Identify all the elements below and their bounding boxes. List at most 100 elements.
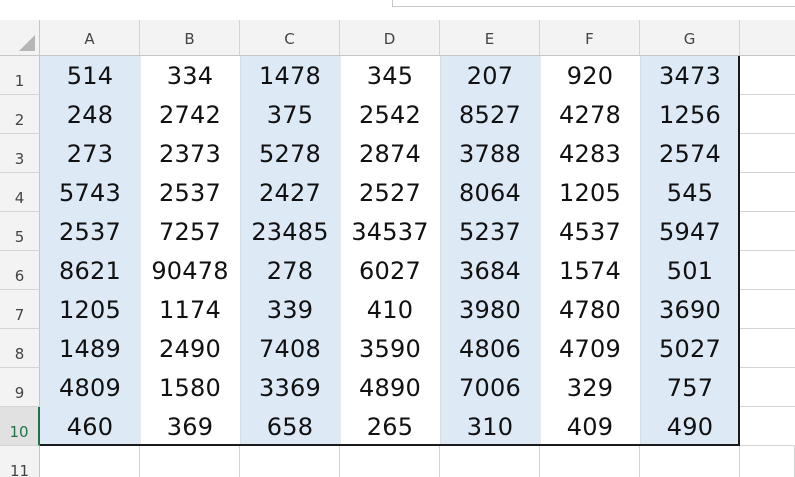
cell-e2[interactable]: 8527 [440,95,540,134]
cell-empty[interactable] [740,95,795,134]
column-header-f[interactable]: F [540,20,640,55]
cell-g7[interactable]: 3690 [640,290,740,329]
cell-e7[interactable]: 3980 [440,290,540,329]
cell-c9[interactable]: 3369 [240,368,340,407]
cell-g6[interactable]: 501 [640,251,740,290]
cell-empty[interactable] [740,290,795,329]
cell-c5[interactable]: 23485 [240,212,340,251]
cell-d2[interactable]: 2542 [340,95,440,134]
cell-c2[interactable]: 375 [240,95,340,134]
cell-g8[interactable]: 5027 [640,329,740,368]
cell-g10[interactable]: 490 [640,407,740,446]
cell-a6[interactable]: 8621 [40,251,140,290]
row-header-4[interactable]: 4 [0,173,40,212]
cell-f4[interactable]: 1205 [540,173,640,212]
row-header-5[interactable]: 5 [0,212,40,251]
cell-empty[interactable] [740,134,795,173]
cell-b8[interactable]: 2490 [140,329,240,368]
cell-d3[interactable]: 2874 [340,134,440,173]
cell-d9[interactable]: 4890 [340,368,440,407]
cell-empty[interactable] [740,329,795,368]
cell-d4[interactable]: 2527 [340,173,440,212]
cell-e3[interactable]: 3788 [440,134,540,173]
cell-empty[interactable] [440,446,540,477]
cell-b3[interactable]: 2373 [140,134,240,173]
cell-f9[interactable]: 329 [540,368,640,407]
cell-b10[interactable]: 369 [140,407,240,446]
cell-empty[interactable] [740,251,795,290]
row-header-8[interactable]: 8 [0,329,40,368]
column-header-b[interactable]: B [140,20,240,55]
cell-empty[interactable] [240,446,340,477]
cell-a3[interactable]: 273 [40,134,140,173]
cell-b2[interactable]: 2742 [140,95,240,134]
cell-empty[interactable] [740,173,795,212]
cell-f8[interactable]: 4709 [540,329,640,368]
cell-a7[interactable]: 1205 [40,290,140,329]
cell-g3[interactable]: 2574 [640,134,740,173]
cell-empty[interactable] [740,368,795,407]
cell-a2[interactable]: 248 [40,95,140,134]
cell-a10[interactable]: 460 [40,407,140,446]
cell-e5[interactable]: 5237 [440,212,540,251]
row-header-7[interactable]: 7 [0,290,40,329]
cell-b7[interactable]: 1174 [140,290,240,329]
cell-c6[interactable]: 278 [240,251,340,290]
row-header-11[interactable]: 11 [0,446,40,477]
column-header-g[interactable]: G [640,20,740,55]
cell-e6[interactable]: 3684 [440,251,540,290]
formula-input[interactable] [392,0,795,7]
cell-f7[interactable]: 4780 [540,290,640,329]
cell-g9[interactable]: 757 [640,368,740,407]
row-header-1[interactable]: 1 [0,56,40,95]
cell-empty[interactable] [740,407,795,446]
cell-b5[interactable]: 7257 [140,212,240,251]
column-header-e[interactable]: E [440,20,540,55]
cell-b6[interactable]: 90478 [140,251,240,290]
row-header-2[interactable]: 2 [0,95,40,134]
cell-c3[interactable]: 5278 [240,134,340,173]
cell-empty[interactable] [740,446,795,477]
cell-c4[interactable]: 2427 [240,173,340,212]
cell-g4[interactable]: 545 [640,173,740,212]
cell-c1[interactable]: 1478 [240,56,340,95]
column-header-d[interactable]: D [340,20,440,55]
cell-e4[interactable]: 8064 [440,173,540,212]
cell-a8[interactable]: 1489 [40,329,140,368]
cell-c10[interactable]: 658 [240,407,340,446]
column-header-a[interactable]: A [40,20,140,55]
cell-c7[interactable]: 339 [240,290,340,329]
cell-g1[interactable]: 3473 [640,56,740,95]
cell-d5[interactable]: 34537 [340,212,440,251]
cell-empty[interactable] [740,56,795,95]
cell-f2[interactable]: 4278 [540,95,640,134]
column-header-next[interactable] [740,20,795,55]
cell-f5[interactable]: 4537 [540,212,640,251]
row-header-3[interactable]: 3 [0,134,40,173]
cell-d1[interactable]: 345 [340,56,440,95]
cell-g2[interactable]: 1256 [640,95,740,134]
cell-a5[interactable]: 2537 [40,212,140,251]
cell-d10[interactable]: 265 [340,407,440,446]
cell-b9[interactable]: 1580 [140,368,240,407]
cell-e9[interactable]: 7006 [440,368,540,407]
cell-empty[interactable] [540,446,640,477]
cell-e8[interactable]: 4806 [440,329,540,368]
cell-empty[interactable] [740,212,795,251]
cell-b1[interactable]: 334 [140,56,240,95]
cell-empty[interactable] [640,446,740,477]
column-header-c[interactable]: C [240,20,340,55]
cell-empty[interactable] [40,446,140,477]
cell-e10[interactable]: 310 [440,407,540,446]
cell-f10[interactable]: 409 [540,407,640,446]
cell-b4[interactable]: 2537 [140,173,240,212]
row-header-9[interactable]: 9 [0,368,40,407]
cell-a9[interactable]: 4809 [40,368,140,407]
cell-f3[interactable]: 4283 [540,134,640,173]
row-header-10[interactable]: 10 [0,407,40,446]
cell-c8[interactable]: 7408 [240,329,340,368]
cell-g5[interactable]: 5947 [640,212,740,251]
cell-a4[interactable]: 5743 [40,173,140,212]
cell-e1[interactable]: 207 [440,56,540,95]
cell-empty[interactable] [340,446,440,477]
